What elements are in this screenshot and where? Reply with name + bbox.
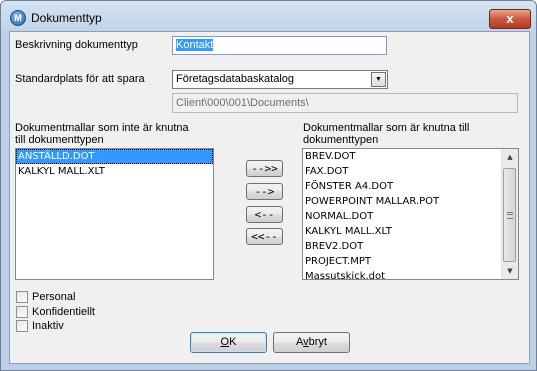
storage-label: Standardplats för att spara [15, 73, 145, 85]
list-item[interactable]: FAX.DOT [303, 164, 518, 179]
vertical-scrollbar[interactable]: ▲ ▼ [501, 149, 518, 279]
cancel-label-rest: bryt [308, 336, 327, 348]
close-button[interactable]: x [489, 9, 531, 29]
left-list-label: Dokumentmallar som inte är knutna till d… [15, 122, 189, 146]
list-item[interactable]: KALKYL MALL.XLT [16, 164, 213, 179]
list-item[interactable]: NORMAL.DOT [303, 209, 518, 224]
confidential-checkbox[interactable] [16, 306, 28, 318]
unlinked-templates-list[interactable]: ANSTÄLLD.DOT KALKYL MALL.XLT [15, 148, 214, 280]
confidential-label: Konfidentiellt [32, 306, 95, 318]
storage-select[interactable]: Företagsdatabaskatalog ▼ [172, 70, 388, 89]
list-item[interactable]: ANSTÄLLD.DOT [16, 149, 213, 164]
personal-label: Personal [32, 291, 76, 303]
scrollbar-thumb[interactable] [503, 168, 516, 262]
inactive-checkbox[interactable] [16, 320, 28, 332]
remove-all-button[interactable]: <<-- [246, 228, 283, 245]
add-all-button[interactable]: -->> [246, 160, 283, 177]
list-item[interactable]: BREV2.DOT [303, 239, 518, 254]
right-list-label: Dokumentmallar som är knutna till dokume… [303, 122, 469, 146]
right-list-label-line2: dokumenttypen [303, 134, 379, 146]
dialog-body: Beskrivning dokumenttyp Kontakt Standard… [9, 31, 530, 364]
close-icon: x [506, 11, 514, 26]
remove-button[interactable]: <-- [246, 206, 283, 223]
window-title: Dokumenttyp [31, 11, 102, 25]
scroll-down-icon[interactable]: ▼ [502, 263, 518, 279]
app-logo-icon: M [10, 10, 26, 26]
title-bar[interactable]: M Dokumenttyp x [1, 1, 536, 35]
personal-checkbox[interactable] [16, 291, 28, 303]
ok-button[interactable]: OK [190, 332, 267, 353]
list-item[interactable]: BREV.DOT [303, 149, 518, 164]
inactive-label: Inaktiv [32, 320, 64, 332]
grip-icon [507, 212, 513, 219]
left-list-label-line1: Dokumentmallar som inte är knutna [15, 122, 189, 134]
scroll-up-icon[interactable]: ▲ [502, 149, 518, 165]
left-list-label-line2: till dokumenttypen [15, 134, 104, 146]
storage-selected-value: Företagsdatabaskatalog [176, 73, 295, 85]
list-item[interactable]: Massutskick.dot [303, 269, 518, 279]
right-list-label-line1: Dokumentmallar som är knutna till [303, 122, 470, 134]
storage-path-field: Client\000\001\Documents\ [172, 93, 518, 113]
list-item[interactable]: POWERPOINT MALLAR.POT [303, 194, 518, 209]
ok-label-rest: K [229, 336, 237, 348]
description-input[interactable]: Kontakt [172, 36, 387, 55]
chevron-down-icon[interactable]: ▼ [371, 72, 386, 87]
ok-mnemonic: O [220, 336, 230, 348]
list-item[interactable]: FÖNSTER A4.DOT [303, 179, 518, 194]
cancel-button[interactable]: Avbryt [273, 332, 350, 353]
dialog-window: M Dokumenttyp x Beskrivning dokumenttyp … [0, 0, 537, 371]
linked-templates-list[interactable]: BREV.DOT FAX.DOT FÖNSTER A4.DOT POWERPOI… [302, 148, 519, 280]
list-item[interactable]: KALKYL MALL.XLT [303, 224, 518, 239]
description-label: Beskrivning dokumenttyp [15, 39, 138, 51]
add-button[interactable]: --> [246, 183, 283, 200]
list-item[interactable]: PROJECT.MPT [303, 254, 518, 269]
description-value: Kontakt [176, 39, 214, 51]
